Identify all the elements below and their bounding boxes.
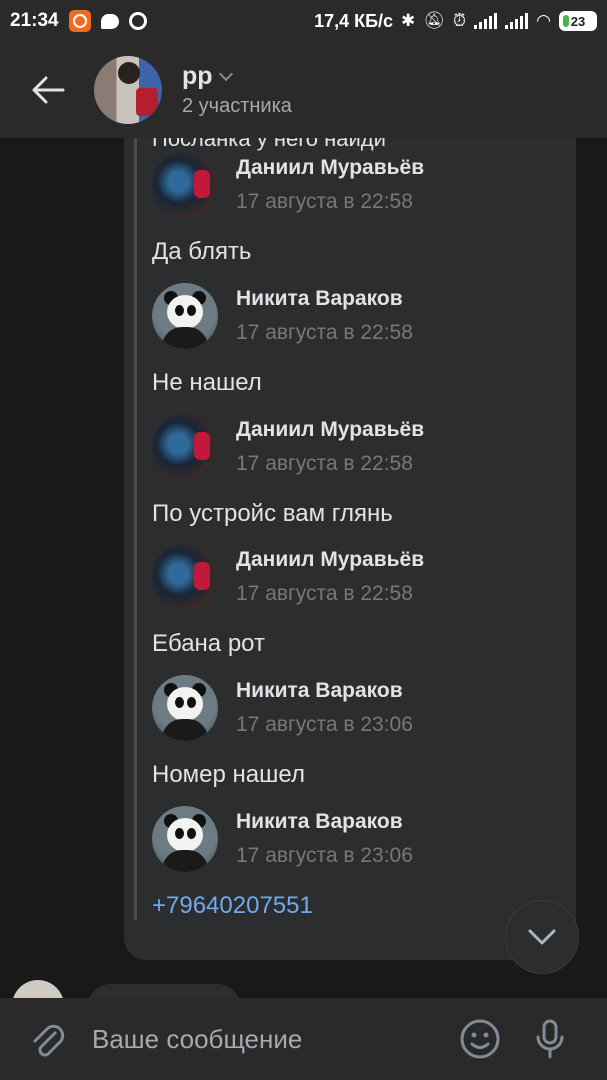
battery-level: 23 <box>570 13 586 29</box>
message-time: 17 августа в 23:06 <box>236 713 413 736</box>
message-text: По устройс вам глянь <box>152 500 393 527</box>
emoji-button[interactable] <box>456 1015 504 1063</box>
attach-button[interactable] <box>22 1014 72 1064</box>
avatar[interactable] <box>152 806 218 872</box>
message-time: 17 августа в 22:58 <box>236 452 413 475</box>
scroll-down-button[interactable] <box>505 900 579 974</box>
message-time: 17 августа в 23:06 <box>236 844 413 867</box>
alarm-ring-icon <box>128 12 147 30</box>
message-icon <box>100 13 119 29</box>
author-name: Никита Вараков <box>236 679 403 702</box>
message-input[interactable] <box>92 1023 432 1055</box>
status-time: 21:34 <box>10 10 59 31</box>
message-text: Номер нашел <box>152 761 305 788</box>
bluetooth-icon: ✱ <box>401 11 416 30</box>
smile-icon <box>460 1019 500 1059</box>
avatar[interactable] <box>152 675 218 741</box>
status-bar: 21:34 17,4 КБ/с ✱ 🔕︎ ⏰︎ ◠ 23 <box>0 0 607 42</box>
author-name: Даниил Муравьёв <box>236 548 425 571</box>
signal-icon <box>474 13 498 29</box>
microphone-icon <box>536 1019 564 1059</box>
author-name: Даниил Муравьёв <box>236 156 425 179</box>
author-name: Никита Вараков <box>236 287 403 310</box>
message-time: 17 августа в 22:58 <box>236 190 413 213</box>
composer <box>0 998 607 1080</box>
back-button[interactable] <box>16 58 80 122</box>
chat-title: pp <box>182 62 213 90</box>
arrow-left-icon <box>32 76 65 104</box>
message-time: 17 августа в 22:58 <box>236 321 413 344</box>
avatar[interactable] <box>152 414 218 480</box>
chat-members-count: 2 участника <box>182 95 292 117</box>
avatar[interactable] <box>152 544 218 610</box>
mute-icon: 🔕︎ <box>423 11 445 30</box>
message-feed[interactable]: Посланка у него найди Даниил Муравьёв 17… <box>0 138 607 998</box>
chevron-down-icon <box>218 66 233 81</box>
avatar[interactable] <box>152 283 218 349</box>
phone-link[interactable]: +79640207551 <box>152 892 313 920</box>
message-text: Да блять <box>152 238 252 265</box>
forward-line <box>134 138 137 920</box>
author-name: Никита Вараков <box>236 810 403 833</box>
paperclip-icon <box>33 1024 65 1057</box>
chat-header: pp 2 участника <box>0 42 607 138</box>
chevron-down-icon <box>528 929 556 945</box>
avatar[interactable] <box>152 152 218 218</box>
message-text: Посланка у него найди <box>152 138 386 151</box>
chat-title-block[interactable]: pp 2 участника <box>182 62 292 118</box>
net-speed: 17,4 КБ/с <box>314 10 394 31</box>
author-name: Даниил Муравьёв <box>236 418 425 441</box>
signal-icon <box>505 13 529 29</box>
message-time: 17 августа в 22:58 <box>236 582 413 605</box>
wifi-icon: ◠ <box>536 11 551 30</box>
message-text: Ебана рот <box>152 630 265 657</box>
alarm-clock-icon: ⏰︎ <box>452 11 467 30</box>
camera-app-icon <box>68 10 91 32</box>
voice-button[interactable] <box>526 1015 574 1063</box>
battery-icon: 23 <box>559 11 597 31</box>
message-text: Не нашел <box>152 369 262 396</box>
chat-avatar[interactable] <box>94 56 162 124</box>
